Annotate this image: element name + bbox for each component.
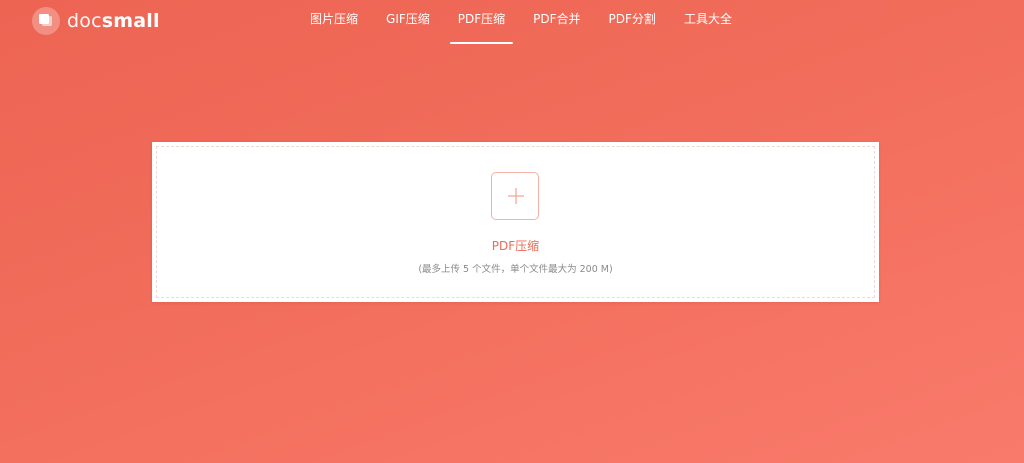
upload-title: PDF压缩	[491, 239, 540, 253]
upload-limit-hint: (最多上传 5 个文件，单个文件最大为 200 M)	[418, 264, 613, 275]
nav-item-all-tools[interactable]: 工具大全	[670, 0, 746, 46]
brand-name-doc: doc	[67, 10, 102, 32]
brand-name-small: small	[101, 10, 160, 32]
top-header: docsmall 图片压缩 GIF压缩 PDF压缩 PDF合并 PDF分割 工具…	[0, 0, 1024, 46]
nav-item-pdf-compress[interactable]: PDF压缩	[444, 0, 519, 46]
nav-item-pdf-split[interactable]: PDF分割	[595, 0, 670, 46]
upload-dropzone[interactable]: PDF压缩 (最多上传 5 个文件，单个文件最大为 200 M)	[152, 142, 879, 302]
nav-item-pdf-merge[interactable]: PDF合并	[519, 0, 594, 46]
nav-item-gif-compress[interactable]: GIF压缩	[372, 0, 444, 46]
dropzone-dashed-border	[156, 146, 875, 298]
chat-bubble-icon	[32, 7, 60, 35]
main-nav: 图片压缩 GIF压缩 PDF压缩 PDF合并 PDF分割 工具大全	[296, 0, 746, 46]
plus-icon	[508, 188, 524, 204]
nav-item-image-compress[interactable]: 图片压缩	[296, 0, 372, 46]
brand-logo[interactable]: docsmall	[32, 6, 160, 36]
add-file-button[interactable]	[491, 172, 539, 220]
brand-name: docsmall	[67, 7, 160, 35]
